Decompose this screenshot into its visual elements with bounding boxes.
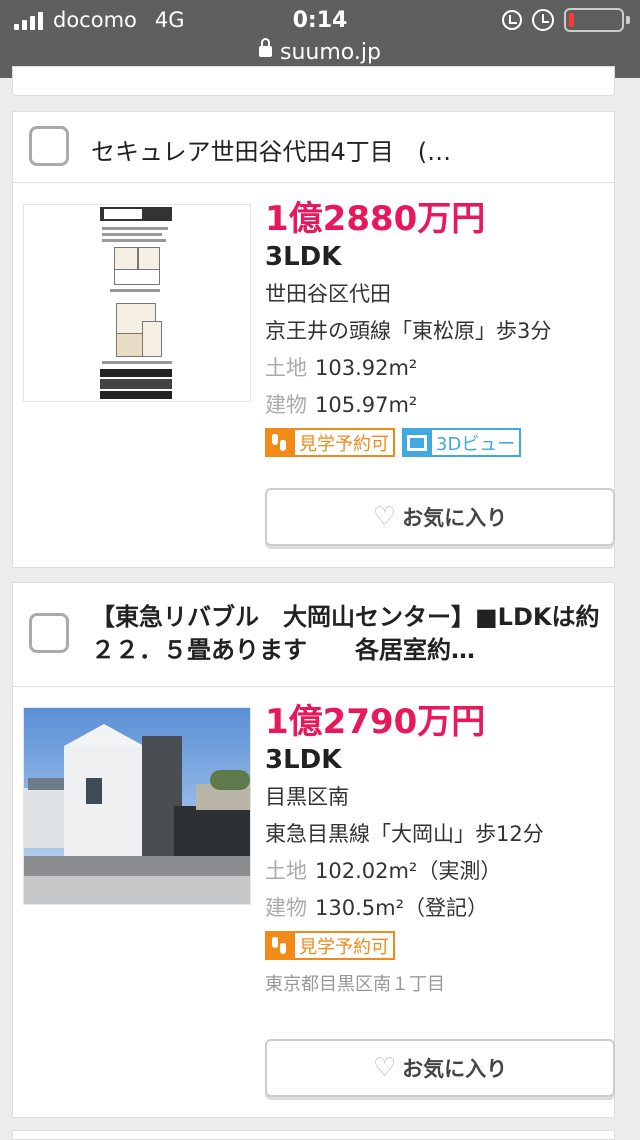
land-area-row: 土地 102.02m²（実測）: [265, 853, 606, 890]
feature-tags: 見学予約可: [265, 931, 606, 960]
favorite-label: お気に入り: [402, 1057, 508, 1081]
listing-card: 【東急リバブル 大岡山センター】■LDKは約２２．５畳あります 各居室約… 1億…: [12, 582, 615, 1118]
building-area: 130.5m²（登記）: [315, 896, 488, 920]
full-address: 東京都目黒区南１丁目: [265, 974, 445, 995]
listing-card: セキュレア世田谷代田4丁目 (… 1億2880万円 3LDK 世田谷区代田 京王…: [12, 111, 615, 568]
lock-icon: [259, 37, 273, 57]
floorplan-image: [100, 205, 172, 401]
listing-title[interactable]: セキュレア世田谷代田4丁目 (…: [91, 132, 602, 167]
land-label: 土地: [265, 859, 307, 883]
price: 1億2790万円: [265, 702, 486, 742]
location: 目黒区南: [265, 785, 349, 809]
heart-icon: ♡: [372, 502, 397, 532]
price: 1億2880万円: [265, 199, 486, 239]
favorite-button[interactable]: ♡ お気に入り: [265, 1039, 615, 1097]
building-area-row: 建物 130.5m²（登記）: [265, 890, 606, 927]
status-right: [502, 8, 630, 32]
feature-tags: 見学予約可 3Dビュー: [265, 428, 606, 457]
listing-checkbox[interactable]: [29, 613, 69, 653]
tag-label: 3Dビュー: [436, 433, 516, 455]
listing-checkbox[interactable]: [29, 126, 69, 166]
location: 世田谷区代田: [265, 282, 391, 306]
favorite-label: お気に入り: [402, 506, 508, 530]
listing-info: 1億2790万円 3LDK 目黒区南 東急目黒線「大岡山」歩12分 土地 102.…: [265, 703, 606, 996]
heart-icon: ♡: [372, 1053, 397, 1083]
land-area: 103.92m²: [315, 356, 418, 380]
listing-title[interactable]: 【東急リバブル 大岡山センター】■LDKは約２２．５畳あります 各居室約…: [91, 601, 602, 667]
url-text: suumo.jp: [280, 40, 381, 65]
floor-layout: 3LDK: [265, 242, 342, 272]
previous-listing-card: [12, 66, 615, 96]
building-area: 105.97m²: [315, 393, 418, 417]
tag-viewing-reservation: 見学予約可: [265, 931, 395, 960]
next-listing-card: [12, 1130, 615, 1140]
floor-layout: 3LDK: [265, 745, 342, 775]
floorplan-thumbnail[interactable]: [23, 204, 251, 402]
tag-viewing-reservation: 見学予約可: [265, 428, 395, 457]
land-label: 土地: [265, 356, 307, 380]
alarm-icon: [532, 9, 554, 31]
listing-header: セキュレア世田谷代田4丁目 (…: [13, 112, 614, 183]
tag-label: 見学予約可: [299, 433, 389, 455]
station-access: 東急目黒線「大岡山」歩12分: [265, 822, 544, 846]
orientation-lock-icon: [502, 10, 522, 30]
house-photo-thumbnail[interactable]: [23, 707, 251, 905]
favorite-button[interactable]: ♡ お気に入り: [265, 488, 615, 546]
land-area-row: 土地 103.92m²: [265, 350, 606, 387]
land-area: 102.02m²（実測）: [315, 859, 502, 883]
station-access: 京王井の頭線「東松原」歩3分: [265, 319, 552, 343]
listing-info: 1億2880万円 3LDK 世田谷区代田 京王井の頭線「東松原」歩3分 土地 10…: [265, 200, 606, 457]
url-bar[interactable]: suumo.jp: [0, 37, 640, 65]
tag-3d-view[interactable]: 3Dビュー: [402, 428, 522, 457]
3d-cube-icon: [407, 434, 427, 451]
tag-label: 見学予約可: [299, 936, 389, 958]
footprints-icon: [272, 936, 288, 955]
listing-header: 【東急リバブル 大岡山センター】■LDKは約２２．５畳あります 各居室約…: [13, 583, 614, 687]
building-area-row: 建物 105.97m²: [265, 387, 606, 424]
building-label: 建物: [265, 393, 307, 417]
footprints-icon: [272, 433, 288, 452]
building-label: 建物: [265, 896, 307, 920]
battery-icon: [564, 8, 630, 32]
